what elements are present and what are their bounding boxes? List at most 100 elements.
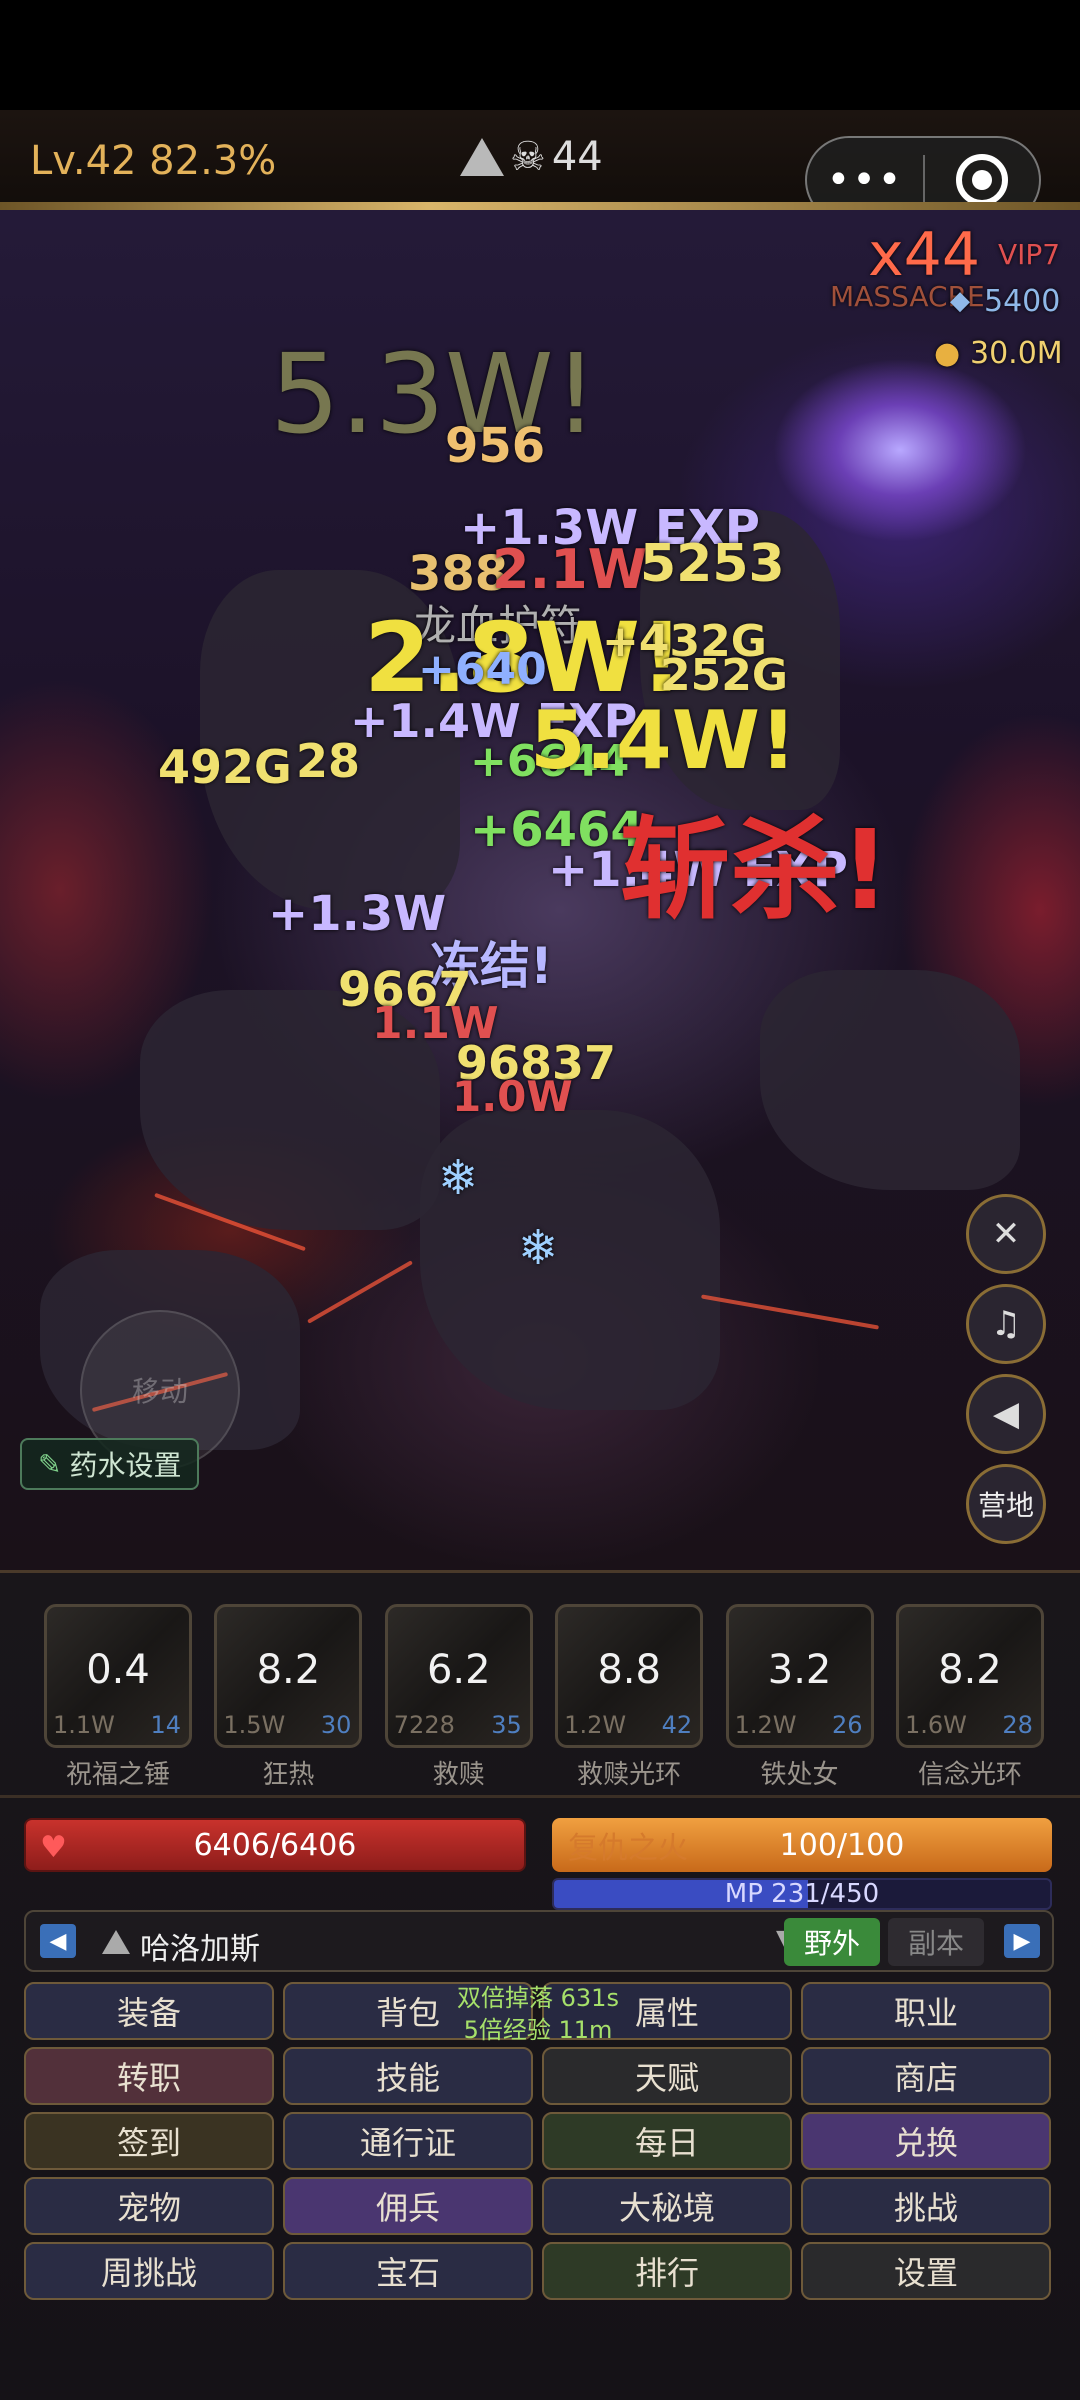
floating-text: 28 bbox=[296, 734, 361, 788]
menu-button-label: 签到 bbox=[116, 2124, 181, 2162]
hp-value: 6406/6406 bbox=[193, 1827, 357, 1863]
hp-bar: ♥ 6406/6406 bbox=[24, 1818, 526, 1872]
skill-level: 26 bbox=[832, 1711, 863, 1739]
skill-slot[interactable]: 6.2 7228 35 救赎 bbox=[384, 1604, 533, 1791]
map-icon bbox=[102, 1930, 130, 1954]
menu-button-label: 周挑战 bbox=[100, 2254, 197, 2292]
skill-name: 祝福之锤 bbox=[65, 1760, 170, 1790]
skill-damage: 7228 bbox=[393, 1711, 455, 1739]
potion-settings-button[interactable]: ✎ 药水设置 bbox=[20, 1438, 200, 1490]
skill-slot[interactable]: 3.2 1.2W 26 铁处女 bbox=[725, 1604, 874, 1791]
close-effects-button[interactable]: ✕ bbox=[966, 1194, 1046, 1274]
skill-damage: 1.1W bbox=[53, 1711, 115, 1739]
menu-button[interactable]: 职业 bbox=[801, 1982, 1051, 2040]
menu-button[interactable]: 周挑战 bbox=[24, 2242, 274, 2300]
menu-button[interactable]: 大秘境 bbox=[542, 2177, 792, 2235]
menu-button[interactable]: 签到 bbox=[24, 2112, 274, 2170]
camp-button[interactable]: 营地 bbox=[966, 1464, 1046, 1544]
music-button[interactable]: ♫ bbox=[966, 1284, 1046, 1364]
skill-slot[interactable]: 8.2 1.5W 30 狂热 bbox=[214, 1604, 363, 1791]
menu-button[interactable]: 设置 bbox=[801, 2242, 1051, 2300]
level-progress: Lv.42 82.3% bbox=[30, 138, 277, 184]
more-options-icon[interactable]: ••• bbox=[807, 157, 923, 203]
menu-button[interactable]: 装备 bbox=[24, 1982, 274, 2040]
skill-icon: 8.2 1.6W 28 bbox=[895, 1604, 1044, 1748]
skill-cooldown: 8.8 bbox=[597, 1647, 661, 1693]
menu-button-label: 天赋 bbox=[634, 2059, 699, 2097]
prev-map-button[interactable]: ◀ bbox=[40, 1924, 76, 1958]
menu-button-label: 转职 bbox=[116, 2059, 181, 2097]
top-divider bbox=[0, 202, 1080, 210]
menu-button-label: 职业 bbox=[893, 1994, 958, 2032]
menu-button[interactable]: 商店 bbox=[801, 2047, 1051, 2105]
frost-icon: ❄ bbox=[518, 1220, 559, 1276]
floating-text: +1.3W bbox=[268, 886, 447, 942]
top-bar: Lv.42 82.3% ☠ 44 ••• bbox=[0, 110, 1080, 224]
menu-button[interactable]: 宠物 bbox=[24, 2177, 274, 2235]
menu-button-label: 大秘境 bbox=[618, 2189, 715, 2227]
skill-slot[interactable]: 8.8 1.2W 42 救赎光环 bbox=[555, 1604, 704, 1791]
skill-icon: 8.2 1.5W 30 bbox=[214, 1604, 363, 1748]
buff-status: 双倍掉落 631s 5倍经验 11m bbox=[418, 1982, 658, 2046]
close-mini-program-button[interactable] bbox=[925, 154, 1039, 206]
rage-bar: 复仇之火 100/100 bbox=[552, 1818, 1052, 1872]
mp-bar: MP 231/450 bbox=[552, 1878, 1052, 1910]
floating-text: +640 bbox=[418, 644, 547, 695]
menu-button[interactable]: 挑战 bbox=[801, 2177, 1051, 2235]
menu-button[interactable]: 每日 bbox=[542, 2112, 792, 2170]
menu-button[interactable]: 兑换 bbox=[801, 2112, 1051, 2170]
skill-icon: 8.8 1.2W 42 bbox=[555, 1604, 704, 1748]
skill-name: 狂热 bbox=[262, 1760, 315, 1790]
skill-icon: 3.2 1.2W 26 bbox=[725, 1604, 874, 1748]
target-icon bbox=[955, 154, 1008, 206]
menu-button[interactable]: 排行 bbox=[542, 2242, 792, 2300]
mp-value: MP 231/450 bbox=[724, 1879, 880, 1909]
skill-name: 铁处女 bbox=[760, 1760, 839, 1790]
menu-button-label: 设置 bbox=[893, 2254, 958, 2292]
floating-text: 1.0W bbox=[452, 1072, 573, 1121]
vip-level: VIP7 bbox=[998, 238, 1061, 271]
menu-button-label: 佣兵 bbox=[375, 2189, 440, 2227]
menu-button[interactable]: 通行证 bbox=[283, 2112, 533, 2170]
skull-icon: ☠ bbox=[510, 134, 546, 180]
tab-wild[interactable]: 野外 bbox=[784, 1918, 880, 1966]
skill-cooldown: 3.2 bbox=[767, 1647, 832, 1693]
menu-button[interactable]: 技能 bbox=[283, 2047, 533, 2105]
tab-dungeon[interactable]: 副本 bbox=[888, 1918, 984, 1966]
skill-level: 42 bbox=[661, 1711, 693, 1739]
skill-name: 救赎光环 bbox=[577, 1760, 682, 1790]
heart-icon: ♥ bbox=[40, 1830, 67, 1865]
menu-button[interactable]: 佣兵 bbox=[283, 2177, 533, 2235]
menu-button-label: 宠物 bbox=[116, 2189, 181, 2227]
rage-value: 100/100 bbox=[779, 1827, 905, 1863]
skill-level: 28 bbox=[1002, 1711, 1033, 1739]
diamond-icon: ◆ bbox=[950, 286, 970, 316]
close-icon: ✕ bbox=[991, 1214, 1021, 1254]
skill-slot[interactable]: 0.4 1.1W 14 祝福之锤 bbox=[44, 1604, 192, 1791]
volume-button[interactable]: ◀ bbox=[966, 1374, 1046, 1454]
potion-icon: ✎ bbox=[38, 1447, 62, 1481]
menu-button[interactable]: 宝石 bbox=[283, 2242, 533, 2300]
floating-text: 492G bbox=[158, 740, 292, 794]
skill-icon: 0.4 1.1W 14 bbox=[44, 1604, 192, 1748]
map-name: 哈洛加斯 bbox=[140, 1932, 260, 1967]
skill-slot[interactable]: 8.2 1.6W 28 信念光环 bbox=[895, 1604, 1044, 1791]
skill-name: 信念光环 bbox=[917, 1760, 1022, 1790]
skill-icon: 6.2 7228 35 bbox=[384, 1604, 533, 1748]
menu-button-label: 通行证 bbox=[359, 2124, 456, 2162]
next-map-button[interactable]: ▶ bbox=[1004, 1924, 1040, 1958]
triangle-map-icon bbox=[460, 138, 504, 176]
kill-count: 44 bbox=[551, 134, 603, 180]
menu-button[interactable]: 天赋 bbox=[542, 2047, 792, 2105]
menu-button-label: 装备 bbox=[116, 1994, 181, 2032]
move-label: 移动 bbox=[131, 1375, 188, 1408]
menu-button[interactable]: 转职 bbox=[24, 2047, 274, 2105]
music-icon: ♫ bbox=[990, 1304, 1022, 1344]
skill-damage: 1.6W bbox=[904, 1711, 967, 1739]
control-panel: 0.4 1.1W 14 祝福之锤 8.2 1.5W 30 狂热 6.2 7228… bbox=[0, 1570, 1080, 2400]
exp-buff: 5倍经验 11m bbox=[463, 2016, 613, 2044]
floating-text: 5.4W! bbox=[530, 694, 797, 787]
menu-button-label: 宝石 bbox=[375, 2254, 440, 2292]
menu-button-label: 每日 bbox=[634, 2124, 699, 2162]
menu-button-label: 排行 bbox=[634, 2254, 699, 2292]
